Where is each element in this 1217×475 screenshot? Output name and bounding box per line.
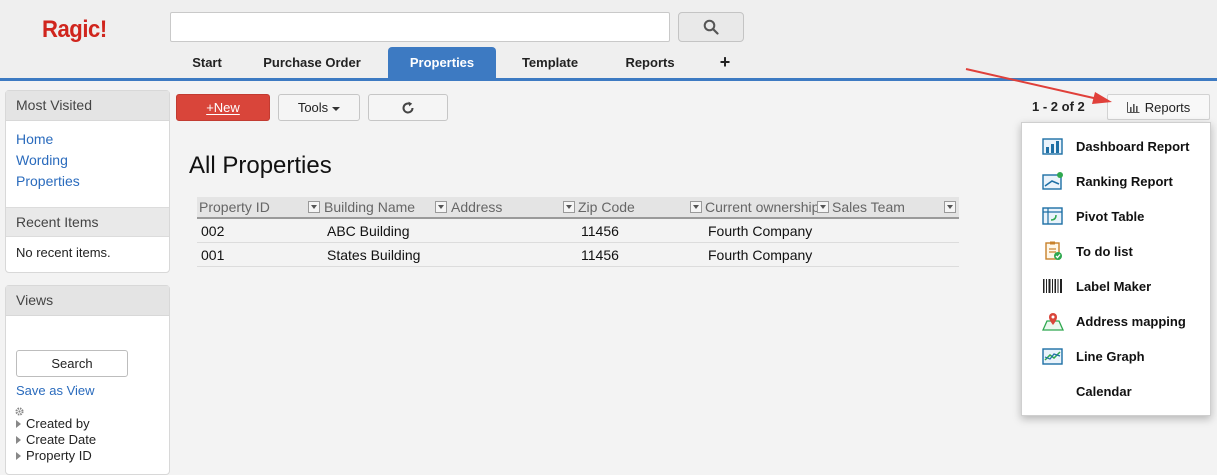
- column-filter-icon[interactable]: [563, 201, 575, 213]
- new-record-button[interactable]: +New: [176, 94, 270, 121]
- column-header-current-ownership[interactable]: Current ownership: [705, 199, 819, 215]
- most-visited-title: Most Visited: [6, 91, 169, 121]
- search-input[interactable]: [170, 12, 670, 42]
- table-row[interactable]: 002 ABC Building 11456 Fourth Company: [197, 219, 959, 243]
- search-button[interactable]: [678, 12, 744, 42]
- refresh-icon: [402, 101, 414, 113]
- column-filter-icon[interactable]: [690, 201, 702, 213]
- field-created-by[interactable]: Created by: [6, 416, 169, 432]
- dashboard-report-icon: [1042, 136, 1064, 156]
- menu-item-label-maker[interactable]: Label Maker: [1042, 275, 1151, 297]
- settings-gear-icon[interactable]: [6, 399, 169, 416]
- page-title: All Properties: [189, 152, 332, 179]
- menu-item-line-graph[interactable]: Line Graph: [1042, 345, 1145, 367]
- tab-template[interactable]: Template: [496, 47, 604, 78]
- expand-icon: [16, 436, 21, 444]
- tools-dropdown-button[interactable]: Tools: [278, 94, 360, 121]
- refresh-button[interactable]: [368, 94, 448, 121]
- reports-dropdown-menu: Dashboard Report Ranking Report Pivot Ta…: [1021, 122, 1211, 416]
- save-as-view-link[interactable]: Save as View: [6, 383, 169, 399]
- views-search-button[interactable]: Search: [16, 350, 128, 377]
- barcode-icon: [1042, 276, 1064, 296]
- map-pin-icon: [1042, 311, 1064, 331]
- column-filter-icon[interactable]: [817, 201, 829, 213]
- cell-property-id: 002: [201, 222, 225, 239]
- cell-building-name: States Building: [327, 246, 421, 263]
- search-icon: [703, 19, 719, 35]
- column-header-sales-team[interactable]: Sales Team: [832, 199, 905, 215]
- views-panel: Views Search Save as View Created by Cre…: [5, 285, 170, 475]
- menu-item-todo-list[interactable]: To do list: [1042, 240, 1133, 262]
- menu-item-address-mapping[interactable]: Address mapping: [1042, 310, 1186, 332]
- most-visited-panel: Most Visited Home Wording Properties Rec…: [5, 90, 170, 273]
- cell-zip-code: 11456: [581, 246, 619, 263]
- cell-zip-code: 11456: [581, 222, 619, 239]
- views-title: Views: [6, 286, 169, 316]
- tab-start[interactable]: Start: [178, 47, 236, 78]
- column-header-address[interactable]: Address: [451, 199, 502, 215]
- sidebar-link-home[interactable]: Home: [6, 129, 169, 150]
- recent-items-title: Recent Items: [6, 207, 169, 237]
- reports-button[interactable]: Reports: [1107, 94, 1210, 120]
- tab-purchase-order[interactable]: Purchase Order: [236, 47, 388, 78]
- column-header-property-id[interactable]: Property ID: [199, 199, 270, 215]
- column-filter-icon[interactable]: [308, 201, 320, 213]
- recent-items-empty: No recent items.: [16, 245, 111, 260]
- field-create-date[interactable]: Create Date: [6, 432, 169, 448]
- cell-building-name: ABC Building: [327, 222, 410, 239]
- pivot-table-icon: [1042, 206, 1064, 226]
- tab-properties[interactable]: Properties: [388, 47, 496, 78]
- ranking-report-icon: [1042, 171, 1064, 191]
- todo-list-icon: [1042, 241, 1064, 261]
- table-row[interactable]: 001 States Building 11456 Fourth Company: [197, 243, 959, 267]
- cell-current-ownership: Fourth Company: [708, 246, 813, 263]
- add-tab-button[interactable]: +: [696, 47, 754, 78]
- expand-icon: [16, 420, 21, 428]
- calendar-icon: [1042, 381, 1064, 401]
- bar-chart-icon: [1126, 101, 1140, 113]
- column-header-zip-code[interactable]: Zip Code: [578, 199, 635, 215]
- column-filter-icon[interactable]: [435, 201, 447, 213]
- top-header: Ragic! Start Purchase Order Properties T…: [0, 0, 1217, 81]
- sidebar-link-wording[interactable]: Wording: [6, 150, 169, 171]
- line-graph-icon: [1042, 346, 1064, 366]
- record-counter: 1 - 2 of 2: [1032, 99, 1085, 114]
- table-header: Property ID Building Name Address Zip Co…: [197, 197, 959, 219]
- tab-reports[interactable]: Reports: [604, 47, 696, 78]
- sidebar-link-properties[interactable]: Properties: [6, 171, 169, 192]
- cell-property-id: 001: [201, 246, 225, 263]
- menu-item-pivot-table[interactable]: Pivot Table: [1042, 205, 1144, 227]
- expand-icon: [16, 452, 21, 460]
- records-table: Property ID Building Name Address Zip Co…: [197, 197, 959, 267]
- menu-item-dashboard-report[interactable]: Dashboard Report: [1042, 135, 1189, 157]
- menu-item-ranking-report[interactable]: Ranking Report: [1042, 170, 1173, 192]
- main-tabs: Start Purchase Order Properties Template…: [178, 47, 754, 78]
- column-filter-icon[interactable]: [944, 201, 956, 213]
- cell-current-ownership: Fourth Company: [708, 222, 813, 239]
- app-logo[interactable]: Ragic!: [42, 16, 107, 44]
- menu-item-calendar[interactable]: Calendar: [1042, 380, 1132, 402]
- column-header-building-name[interactable]: Building Name: [324, 199, 415, 215]
- chevron-down-icon: [332, 106, 341, 111]
